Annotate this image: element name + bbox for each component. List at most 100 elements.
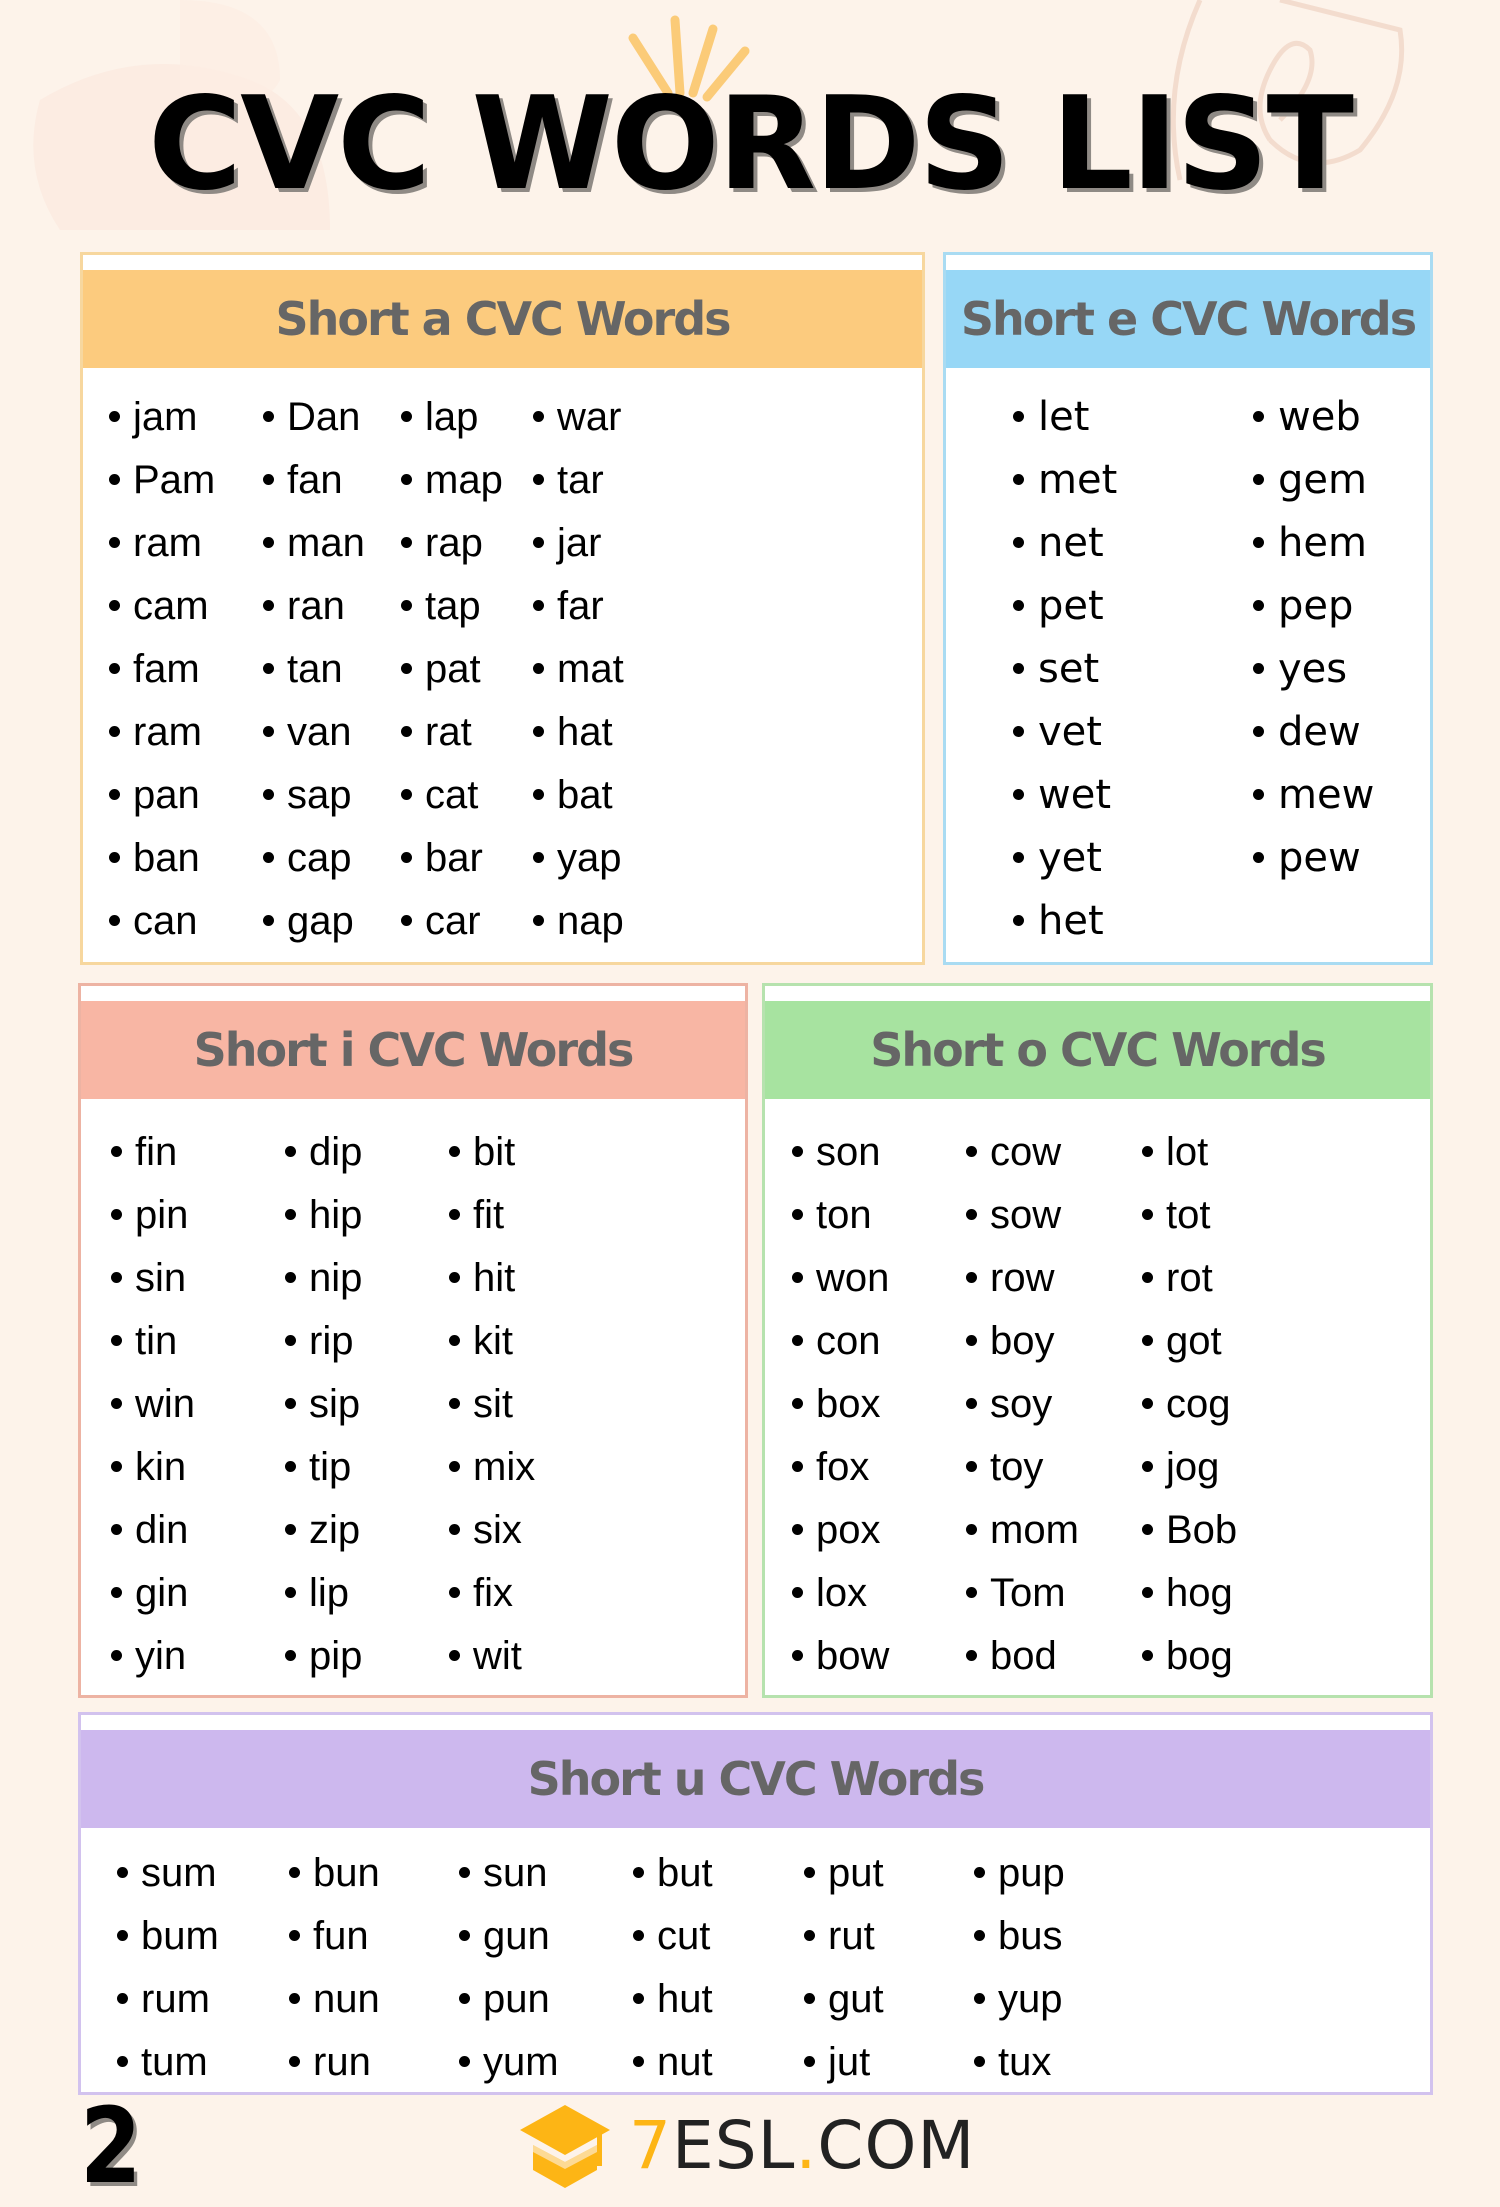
short-u-heading: Short u CVC Words (81, 1730, 1430, 1828)
word-list-item: wet (1013, 764, 1117, 827)
word-text: cat (425, 773, 479, 817)
word-text: box (816, 1382, 881, 1426)
word-list-item: can (109, 890, 215, 953)
word-text: yum (483, 2040, 559, 2084)
bullet-icon (792, 1334, 803, 1346)
bullet-icon (111, 1271, 122, 1283)
word-column: sum bum rum tum (117, 1842, 219, 2094)
word-list-item: jam (109, 386, 215, 449)
word-list-item: van (263, 701, 365, 764)
brand-prefix: 7 (629, 2106, 672, 2184)
bullet-icon (285, 1145, 296, 1157)
word-list-item: pip (285, 1625, 362, 1688)
bullet-icon (966, 1271, 977, 1283)
brand-logo[interactable]: 7ESL.COM (515, 2100, 975, 2190)
bullet-icon (792, 1145, 803, 1157)
bullet-icon (109, 725, 120, 737)
word-list-item: met (1013, 449, 1117, 512)
bullet-icon (263, 599, 274, 611)
word-text: fam (133, 647, 200, 691)
word-text: lox (816, 1571, 868, 1615)
word-text: tin (135, 1319, 178, 1363)
word-text: sow (990, 1193, 1062, 1237)
short-a-heading: Short a CVC Words (83, 270, 922, 368)
word-text: sap (287, 773, 352, 817)
word-text: pew (1278, 835, 1361, 881)
bullet-icon (109, 473, 120, 485)
word-list-item: son (792, 1121, 889, 1184)
word-text: gut (828, 1977, 884, 2021)
word-text: fun (313, 1914, 369, 1958)
bullet-icon (1013, 410, 1024, 422)
word-column: lap map rap tap pat rat cat bar car (401, 386, 503, 953)
bullet-icon (804, 2055, 815, 2067)
word-list-item: pew (1253, 827, 1374, 890)
word-list-item: sow (966, 1184, 1079, 1247)
word-text: map (425, 458, 503, 502)
word-text: con (816, 1319, 881, 1363)
word-text: wit (473, 1634, 522, 1678)
word-text: kin (135, 1445, 187, 1489)
word-list-item: mix (449, 1436, 535, 1499)
short-u-section: Short u CVC Words sum bum rum tum bun fun nun r… (78, 1712, 1433, 2095)
word-list-item: vet (1013, 701, 1117, 764)
word-list-item: run (289, 2031, 380, 2094)
bullet-icon (792, 1586, 803, 1598)
word-text: web (1278, 394, 1361, 440)
bullet-icon (966, 1460, 977, 1472)
word-list-item: gun (459, 1905, 559, 1968)
bullet-icon (449, 1523, 460, 1535)
word-text: pup (998, 1851, 1065, 1895)
word-list-item: cam (109, 575, 215, 638)
bullet-icon (1142, 1397, 1153, 1409)
word-text: rip (309, 1319, 354, 1363)
word-column: fin pin sin tin win kin din gin yin (111, 1121, 195, 1688)
word-list-item: hat (533, 701, 624, 764)
word-list-item: lip (285, 1562, 362, 1625)
word-text: sun (483, 1851, 548, 1895)
word-text: bog (1166, 1634, 1233, 1678)
bullet-icon (1013, 599, 1024, 611)
bullet-icon (966, 1523, 977, 1535)
word-column: pup bus yup tux (974, 1842, 1065, 2094)
word-text: hat (557, 710, 613, 754)
word-list-item: mom (966, 1499, 1079, 1562)
word-list-item: war (533, 386, 624, 449)
word-list-item: tip (285, 1436, 362, 1499)
word-list-item: hut (633, 1968, 713, 2031)
word-list-item: tap (401, 575, 503, 638)
word-column: but cut hut nut (633, 1842, 713, 2094)
word-list-item: sun (459, 1842, 559, 1905)
short-a-section: Short a CVC Words jam Pam ram cam fam ram pan b… (80, 252, 925, 965)
word-text: cam (133, 584, 209, 628)
word-list-item: gap (263, 890, 365, 953)
word-list-item: pox (792, 1499, 889, 1562)
word-text: pep (1278, 583, 1354, 629)
word-text: tot (1166, 1193, 1211, 1237)
word-text: car (425, 899, 481, 943)
word-list-item: let (1013, 386, 1117, 449)
bullet-icon (633, 1929, 644, 1941)
word-text: hit (473, 1256, 516, 1300)
bullet-icon (109, 662, 120, 674)
word-list-item: nap (533, 890, 624, 953)
word-list-item: nun (289, 1968, 380, 2031)
word-text: tap (425, 584, 481, 628)
bullet-icon (1253, 788, 1264, 800)
word-list-item: sum (117, 1842, 219, 1905)
word-list-item: lot (1142, 1121, 1237, 1184)
brand-suffix: COM (817, 2106, 976, 2184)
word-text: cow (990, 1130, 1062, 1174)
word-list-item: din (111, 1499, 195, 1562)
word-text: fox (816, 1445, 870, 1489)
word-text: met (1038, 457, 1118, 503)
word-column: bit fit hit kit sit mix six fix wit (449, 1121, 535, 1688)
word-text: lap (425, 395, 479, 439)
bullet-icon (111, 1523, 122, 1535)
word-text: pet (1038, 583, 1104, 629)
word-text: ram (133, 521, 202, 565)
word-list-item: gem (1253, 449, 1374, 512)
bullet-icon (401, 536, 412, 548)
word-text: bit (473, 1130, 516, 1174)
brand-name: 7ESL.COM (629, 2107, 975, 2184)
